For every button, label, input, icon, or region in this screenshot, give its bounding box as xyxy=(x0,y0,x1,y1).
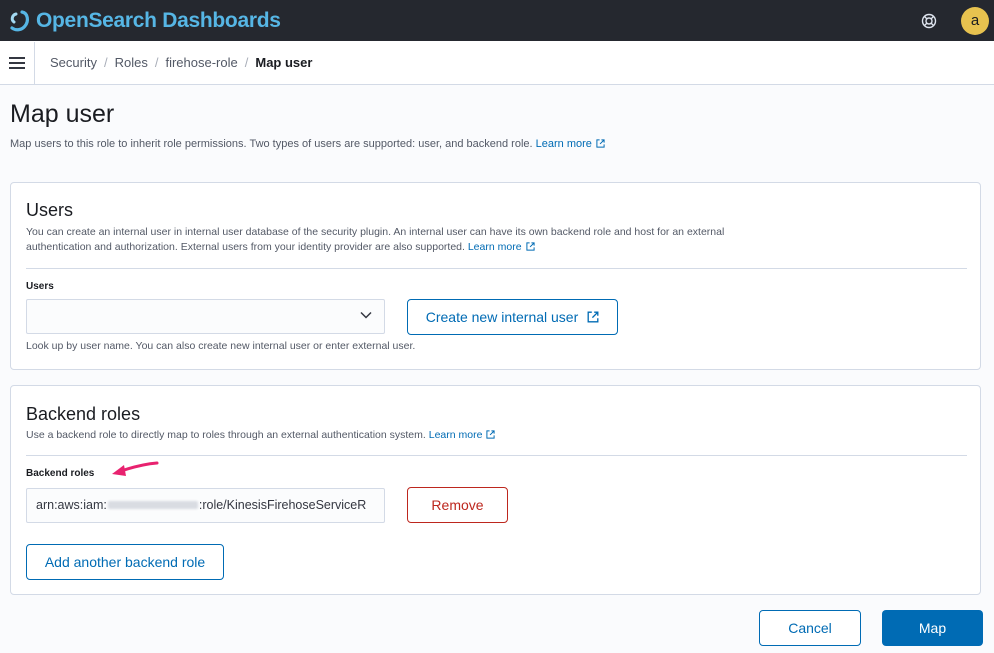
external-link-icon xyxy=(596,139,605,148)
divider xyxy=(26,455,967,456)
backend-role-input[interactable]: arn:aws:iam: :role/KinesisFirehoseService… xyxy=(26,488,385,523)
users-panel-title: Users xyxy=(26,200,74,220)
map-button[interactable]: Map xyxy=(882,610,983,646)
user-avatar[interactable]: a xyxy=(961,6,989,35)
backend-roles-panel-title: Backend roles xyxy=(26,404,141,424)
cancel-button[interactable]: Cancel xyxy=(759,610,861,646)
breadcrumb-separator: / xyxy=(244,55,249,70)
users-description-text: You can create an internal user in inter… xyxy=(26,226,725,253)
brand-name: OpenSearch Dashboards xyxy=(36,8,281,32)
cancel-button-label: Cancel xyxy=(788,620,832,636)
users-panel: Users You can create an internal user in… xyxy=(10,182,981,370)
breadcrumb-current: Map user xyxy=(255,55,313,70)
redacted-account-id xyxy=(107,501,198,509)
learn-more-link[interactable]: Learn more xyxy=(536,138,592,150)
users-help-text: Look up by user name. You can also creat… xyxy=(26,340,416,352)
remove-button-label: Remove xyxy=(431,497,484,513)
annotation-arrow-icon xyxy=(112,461,159,476)
hamburger-menu-icon xyxy=(9,56,25,69)
backend-roles-field-label: Backend roles xyxy=(26,468,95,479)
add-backend-role-button[interactable]: Add another backend role xyxy=(26,544,224,580)
brand-logo[interactable]: OpenSearch Dashboards xyxy=(8,9,281,33)
breadcrumb: Security / Roles / firehose-role / Map u… xyxy=(50,55,312,70)
users-panel-description: You can create an internal user in inter… xyxy=(26,225,736,255)
external-link-icon xyxy=(486,430,496,439)
help-icon[interactable] xyxy=(919,11,939,31)
backend-roles-panel: Backend roles Use a backend role to dire… xyxy=(10,385,981,595)
breadcrumb-security[interactable]: Security xyxy=(50,55,97,70)
remove-backend-role-button[interactable]: Remove xyxy=(407,487,508,523)
add-backend-role-label: Add another backend role xyxy=(44,554,206,570)
backend-role-value-prefix: arn:aws:iam: xyxy=(36,498,107,512)
backend-roles-description-text: Use a backend role to directly map to ro… xyxy=(26,429,426,441)
breadcrumb-separator: / xyxy=(154,55,159,70)
backend-role-value-suffix: :role/KinesisFirehoseServiceR xyxy=(198,498,367,512)
divider xyxy=(26,268,967,269)
users-field-label: Users xyxy=(26,281,54,292)
opensearch-logo-icon xyxy=(10,9,29,31)
users-combo-box[interactable] xyxy=(26,299,385,334)
backend-learn-more-link[interactable]: Learn more xyxy=(429,429,483,441)
external-link-icon xyxy=(587,311,599,323)
breadcrumb-role-name[interactable]: firehose-role xyxy=(165,55,237,70)
chevron-down-icon[interactable] xyxy=(360,311,372,319)
breadcrumb-roles[interactable]: Roles xyxy=(115,55,148,70)
page-description-text: Map users to this role to inherit role p… xyxy=(10,138,533,150)
map-button-label: Map xyxy=(918,620,947,636)
external-link-icon xyxy=(525,242,535,251)
create-internal-user-label: Create new internal user xyxy=(425,309,579,325)
create-internal-user-button[interactable]: Create new internal user xyxy=(407,299,618,335)
breadcrumb-bar: Security / Roles / firehose-role / Map u… xyxy=(0,41,994,85)
menu-toggle-button[interactable] xyxy=(0,41,35,84)
backend-roles-description: Use a backend role to directly map to ro… xyxy=(26,428,736,443)
page-title: Map user xyxy=(10,100,115,128)
users-learn-more-link[interactable]: Learn more xyxy=(468,241,522,253)
top-header: OpenSearch Dashboards a xyxy=(0,0,994,41)
breadcrumb-separator: / xyxy=(103,55,108,70)
page-description: Map users to this role to inherit role p… xyxy=(10,138,605,150)
